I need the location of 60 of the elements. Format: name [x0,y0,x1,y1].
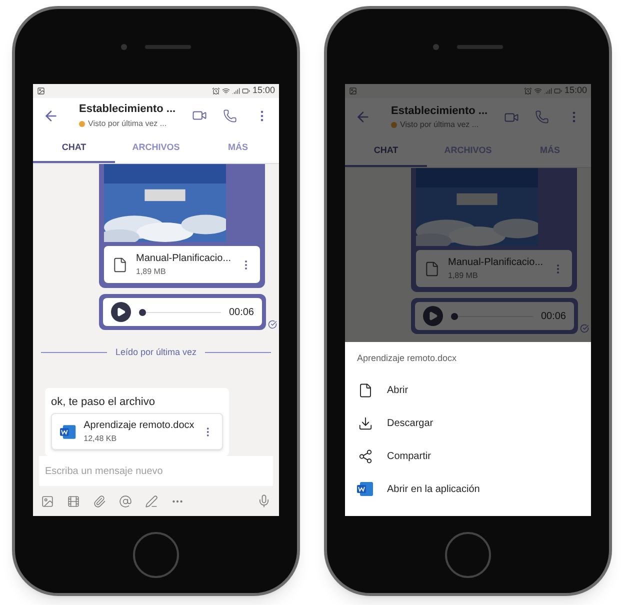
pdf-file-icon [424,260,440,276]
sheet-action[interactable]: Abrir [357,374,579,406]
message-text: ok, te paso el archivo [51,394,156,410]
file-attachment[interactable]: Manual-Planificacio... 1,89 MB [104,246,260,283]
file-name: Aprendizaje remoto.docx [84,419,194,433]
alarm-icon [524,87,532,95]
home-button[interactable] [133,532,179,578]
image-icon[interactable] [41,494,54,508]
phone-call-icon[interactable] [223,108,237,123]
pdf-file-icon [112,256,128,272]
status-time: 15:00 [564,84,587,98]
attach-icon[interactable] [93,494,106,508]
file-size: 1,89 MB [136,266,167,278]
gallery-icon [349,87,357,95]
format-icon[interactable] [145,494,158,508]
play-icon [116,307,126,317]
audio-progress-thumb[interactable] [139,308,146,316]
sheet-action[interactable]: Abrir en la aplicación [357,472,579,506]
file-attachment[interactable]: Aprendizaje remoto.docx 12,48 KB [51,413,223,450]
audio-duration: 00:06 [540,310,566,324]
play-button[interactable] [111,302,131,322]
audio-duration: 00:06 [228,306,254,320]
divider-label: Leído por última vez [115,346,197,359]
chat-title: Establecimiento ... [79,102,177,118]
message-placeholder: Escriba un mensaje nuevo [45,464,163,478]
audio-progress-thumb[interactable] [451,312,458,320]
download-icon [358,416,372,430]
gif-icon[interactable] [67,494,80,508]
battery-icon [554,87,562,95]
file-size: 1,89 MB [448,270,479,282]
file-name: Manual-Planificacio... [136,252,232,266]
back-arrow-icon[interactable] [355,109,371,125]
share-icon [358,448,372,464]
file-name: Manual-Planificacio... [448,256,544,270]
sheet-action[interactable]: Compartir [357,440,579,472]
wifi-icon [222,86,230,95]
battery-icon [242,86,250,95]
word-document-icon [357,482,373,496]
chat-title: Establecimiento ... [391,104,489,119]
phone-call-icon[interactable] [535,110,549,124]
status-time: 15:00 [252,84,275,97]
microphone-icon[interactable] [257,494,271,508]
wifi-icon [534,87,542,95]
sheet-title: Aprendizaje remoto.docx [357,352,458,365]
mention-icon[interactable] [119,494,132,508]
document-icon [358,382,372,398]
signal-icon [544,87,552,95]
home-button[interactable] [445,532,491,578]
gallery-icon [37,86,45,95]
file-size: 12,48 KB [84,433,118,445]
front-camera [121,44,127,50]
presence-status: Visto por última vez ... [88,118,167,130]
signal-icon [232,86,240,95]
tab[interactable]: CHAT [33,134,115,163]
alarm-icon [212,86,220,95]
word-document-icon [60,424,76,438]
play-icon [428,311,438,321]
sheet-action[interactable]: Descargar [357,406,579,440]
presence-status: Visto por última vez ... [400,119,479,132]
front-camera [433,44,439,50]
